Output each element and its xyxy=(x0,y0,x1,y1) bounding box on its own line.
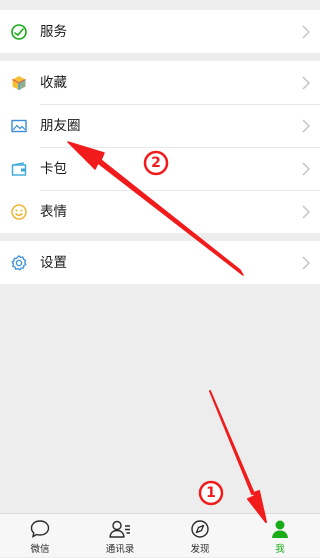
gear-icon xyxy=(10,254,28,272)
tab-me[interactable]: 我 xyxy=(240,514,320,558)
menu-item-label: 服务 xyxy=(40,23,67,40)
chevron-right-icon xyxy=(302,24,310,39)
chat-bubble-icon xyxy=(27,518,53,540)
chevron-right-icon xyxy=(302,161,310,176)
tools-group: 收藏 朋友圈 卡包 表情 xyxy=(0,61,320,233)
tab-contacts[interactable]: 通讯录 xyxy=(80,514,160,558)
menu-item-stickers[interactable]: 表情 xyxy=(0,190,320,233)
tab-discover[interactable]: 发现 xyxy=(160,514,240,558)
chevron-right-icon xyxy=(302,204,310,219)
menu-item-label: 收藏 xyxy=(40,74,67,91)
menu-item-favorites[interactable]: 收藏 xyxy=(0,61,320,104)
tab-label: 我 xyxy=(275,544,285,555)
cube-icon xyxy=(10,74,28,92)
menu-item-label: 卡包 xyxy=(40,160,67,177)
tab-label: 微信 xyxy=(30,544,50,555)
smiley-icon xyxy=(10,203,28,221)
tab-chats[interactable]: 微信 xyxy=(0,514,80,558)
wallet-icon xyxy=(10,160,28,178)
menu-item-label: 朋友圈 xyxy=(40,117,81,134)
compass-icon xyxy=(187,518,213,540)
settings-group: 设置 xyxy=(0,241,320,284)
bottom-tab-bar: 微信 通讯录 发现 我 xyxy=(0,513,320,557)
person-icon xyxy=(267,518,293,540)
picture-icon xyxy=(10,117,28,135)
menu-item-moments[interactable]: 朋友圈 xyxy=(0,104,320,147)
menu-item-services[interactable]: 服务 xyxy=(0,10,320,53)
wechat-pay-icon xyxy=(10,23,28,41)
step-number-2: 2 xyxy=(151,155,161,171)
menu-item-label: 表情 xyxy=(40,203,67,220)
tab-label: 通讯录 xyxy=(105,544,135,555)
chevron-right-icon xyxy=(302,75,310,90)
step-number-1: 1 xyxy=(206,485,216,501)
tab-label: 发现 xyxy=(190,544,210,555)
chevron-right-icon xyxy=(302,255,310,270)
services-group: 服务 xyxy=(0,10,320,53)
menu-item-label: 设置 xyxy=(40,254,67,271)
chevron-right-icon xyxy=(302,118,310,133)
menu-item-settings[interactable]: 设置 xyxy=(0,241,320,284)
annotation-arrow-1 xyxy=(209,390,267,523)
contacts-icon xyxy=(107,518,133,540)
